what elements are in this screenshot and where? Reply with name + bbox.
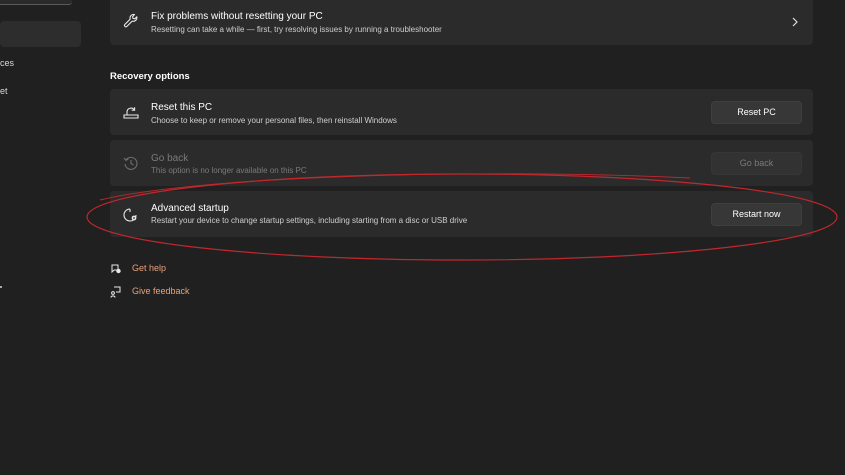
- reset-pc-card: Reset this PC Choose to keep or remove y…: [110, 89, 813, 135]
- reset-pc-description: Choose to keep or remove your personal f…: [151, 116, 397, 125]
- recovery-options-heading: Recovery options: [110, 71, 190, 82]
- help-chat-icon: [111, 264, 121, 274]
- wrench-icon: [123, 13, 138, 28]
- sidebar-item-active[interactable]: [0, 21, 81, 47]
- reset-pc-title: Reset this PC: [151, 102, 213, 113]
- restart-now-button[interactable]: Restart now: [711, 203, 802, 226]
- sidebar-item-label[interactable]: et: [0, 86, 8, 96]
- get-help-label[interactable]: Get help: [132, 263, 166, 273]
- go-back-description: This option is no longer available on th…: [151, 166, 307, 175]
- troubleshoot-title: Fix problems without resetting your PC: [151, 11, 323, 22]
- troubleshoot-description: Resetting can take a while — first, try …: [151, 25, 442, 34]
- give-feedback-label[interactable]: Give feedback: [132, 286, 190, 296]
- reset-pc-button[interactable]: Reset PC: [711, 101, 802, 124]
- go-back-card: Go back This option is no longer availab…: [110, 140, 813, 186]
- history-icon: [123, 156, 138, 170]
- feedback-icon: [110, 286, 121, 298]
- troubleshoot-card[interactable]: Fix problems without resetting your PC R…: [110, 0, 813, 45]
- sidebar-search-box-edge[interactable]: [0, 0, 72, 5]
- reset-pc-icon: [123, 107, 139, 119]
- advanced-startup-title: Advanced startup: [151, 203, 229, 214]
- get-help-link[interactable]: Get help: [110, 263, 230, 277]
- sidebar: ces et: [0, 0, 100, 475]
- advanced-startup-icon: [123, 208, 137, 222]
- go-back-button: Go back: [711, 152, 802, 175]
- advanced-startup-card: Advanced startup Restart your device to …: [110, 191, 813, 237]
- sidebar-item-label[interactable]: ces: [0, 58, 14, 68]
- sidebar-divider: [0, 286, 2, 288]
- chevron-right-icon[interactable]: [791, 17, 799, 27]
- give-feedback-link[interactable]: Give feedback: [110, 286, 230, 300]
- go-back-title: Go back: [151, 153, 189, 164]
- advanced-startup-description: Restart your device to change startup se…: [151, 216, 468, 225]
